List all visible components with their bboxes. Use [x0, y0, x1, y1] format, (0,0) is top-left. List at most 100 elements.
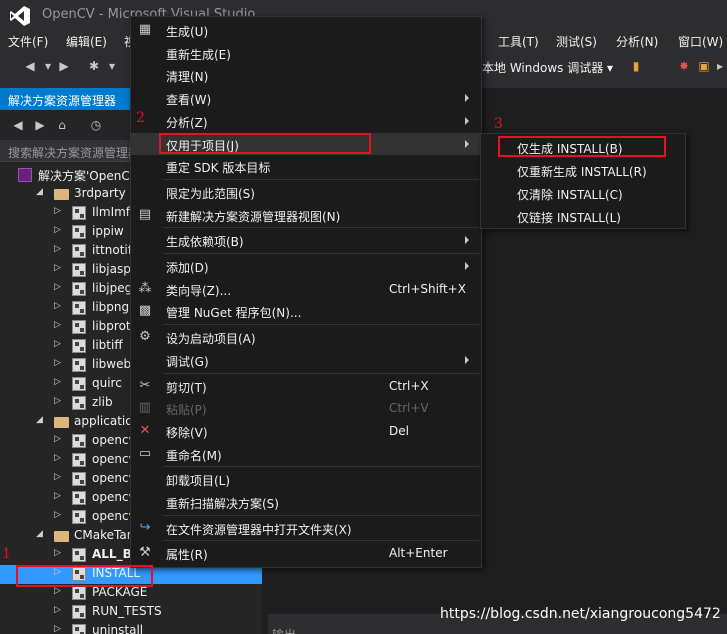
shortcut-label: Ctrl+V [389, 401, 429, 416]
context-menu-item[interactable]: ⚒ 属性(R) Alt+Enter [131, 542, 481, 564]
dropdown-icon[interactable]: ▾ [40, 58, 56, 74]
context-menu-label: 生成依赖项(B) [166, 235, 244, 250]
collapse-arrow-icon[interactable]: ▷ [54, 434, 61, 444]
menu-window[interactable]: 窗口(W) [678, 33, 723, 50]
project-icon [72, 453, 86, 467]
context-menu-item[interactable]: ⁂ 类向导(Z)... Ctrl+Shift+X [131, 278, 481, 300]
class-wizard-icon: ⁂ [138, 280, 152, 296]
collapse-arrow-icon[interactable]: ▷ [54, 510, 61, 520]
project-icon [72, 510, 86, 524]
collapse-arrow-icon[interactable]: ▷ [54, 377, 61, 387]
context-menu-item[interactable]: ✂ 剪切(T) Ctrl+X [131, 375, 481, 397]
menu-edit[interactable]: 编辑(E) [66, 33, 107, 50]
new-view-icon: ▤ [138, 206, 152, 222]
collapse-arrow-icon[interactable]: ▷ [54, 472, 61, 482]
context-menu-label: 分析(Z) [166, 115, 208, 130]
menu-separator [163, 227, 479, 229]
output-tab[interactable]: 输出 [272, 626, 296, 634]
nuget-icon: ▩ [138, 303, 152, 319]
context-menu-item[interactable]: 调试(G) [131, 349, 481, 371]
expand-arrow-icon[interactable]: ◢ [36, 529, 43, 539]
context-menu-label: 设为启动项目(A) [166, 332, 256, 347]
context-menu-item[interactable]: ✕ 移除(V) Del [131, 420, 481, 442]
context-menu-item[interactable]: ↪ 在文件资源管理器中打开文件夹(X) [131, 517, 481, 539]
collapse-arrow-icon[interactable]: ▷ [54, 301, 61, 311]
submenu-rebuild-install[interactable]: 仅重新生成 INSTALL(R) [481, 159, 685, 181]
submenu-clean-install[interactable]: 仅清除 INSTALL(C) [481, 182, 685, 204]
menu-test[interactable]: 测试(S) [556, 33, 597, 50]
collapse-arrow-icon[interactable]: ▷ [54, 624, 61, 634]
project-icon [72, 396, 86, 410]
context-menu-item[interactable]: ▩ 管理 NuGet 程序包(N)... [131, 300, 481, 322]
attach-icon[interactable]: ▮ [628, 58, 644, 74]
collapse-arrow-icon[interactable]: ▷ [54, 491, 61, 501]
menu-file[interactable]: 文件(F) [8, 33, 48, 50]
forward-icon[interactable]: ▶ [56, 58, 72, 74]
context-menu-item[interactable]: 重定 SDK 版本目标 [131, 155, 481, 177]
dropdown-icon[interactable]: ▾ [104, 58, 120, 74]
context-menu-item[interactable]: 添加(D) [131, 255, 481, 277]
project-icon [72, 586, 86, 600]
collapse-arrow-icon[interactable]: ▷ [54, 263, 61, 273]
context-menu-item[interactable]: 查看(W) [131, 87, 481, 109]
back-icon[interactable]: ◀ [22, 58, 38, 74]
project-icon [72, 282, 86, 296]
collapse-arrow-icon[interactable]: ▷ [54, 453, 61, 463]
context-menu-item[interactable]: 清理(N) [131, 64, 481, 86]
context-menu-item[interactable]: 生成依赖项(B) [131, 229, 481, 251]
context-menu-item[interactable]: 重新生成(E) [131, 42, 481, 64]
shortcut-label: Del [389, 423, 409, 438]
shortcut-label: Ctrl+Shift+X [389, 281, 466, 296]
submenu-label: 仅链接 INSTALL(L) [517, 211, 621, 225]
context-menu-item[interactable]: ▦ 生成(U) [131, 19, 481, 41]
collapse-arrow-icon[interactable]: ▷ [54, 206, 61, 216]
menu-tools[interactable]: 工具(T) [498, 33, 539, 50]
collapse-arrow-icon[interactable]: ▷ [54, 225, 61, 235]
expand-arrow-icon[interactable]: ◢ [36, 415, 43, 425]
history-icon[interactable]: ◷ [88, 117, 104, 133]
collapse-arrow-icon[interactable]: ▷ [54, 339, 61, 349]
shortcut-label: Alt+Enter [389, 546, 448, 561]
context-menu-item[interactable]: 卸载项目(L) [131, 468, 481, 490]
collapse-arrow-icon[interactable]: ▷ [54, 358, 61, 368]
find-icon[interactable]: ▣ [696, 58, 712, 74]
home-icon[interactable]: ⌂ [54, 117, 70, 133]
annotation-box-project-only [159, 133, 371, 154]
context-menu-item[interactable]: ▤ 新建解决方案资源管理器视图(N) [131, 204, 481, 226]
collapse-arrow-icon[interactable]: ▷ [54, 320, 61, 330]
context-menu: ▦ 生成(U) 重新生成(E) 清理(N) 查看(W) 分析(Z) 仅用于项目(J) 重定 S… [130, 16, 482, 568]
tree-item-label: IlmImf [92, 205, 131, 219]
context-menu-item[interactable]: 限定为此范围(S) [131, 181, 481, 203]
forward-icon[interactable]: ▶ [32, 117, 48, 133]
project-icon [72, 472, 86, 486]
tree-project[interactable]: ▷ RUN_TESTS [0, 603, 262, 622]
collapse-arrow-icon[interactable]: ▷ [54, 396, 61, 406]
toolbar-more-icon[interactable]: ▸ [712, 58, 727, 74]
context-menu-item[interactable]: 重新扫描解决方案(S) [131, 491, 481, 513]
back-icon[interactable]: ◀ [10, 117, 26, 133]
new-item-icon[interactable]: ✱ [86, 58, 102, 74]
context-menu-item[interactable]: ▭ 重命名(M) [131, 443, 481, 465]
context-menu-label: 属性(R) [166, 548, 208, 563]
context-menu-item[interactable]: ⚙ 设为启动项目(A) [131, 326, 481, 348]
tree-project[interactable]: ▷ uninstall [0, 622, 262, 634]
project-icon [72, 263, 86, 277]
collapse-arrow-icon[interactable]: ▷ [54, 282, 61, 292]
project-icon [72, 491, 86, 505]
context-menu-label: 剪切(T) [166, 380, 207, 395]
debugger-dropdown[interactable]: 本地 Windows 调试器 ▾ [482, 59, 613, 76]
collapse-arrow-icon[interactable]: ▷ [54, 605, 61, 615]
context-menu-item[interactable]: 分析(Z) [131, 110, 481, 132]
submenu-link-install[interactable]: 仅链接 INSTALL(L) [481, 205, 685, 227]
collapse-arrow-icon[interactable]: ▷ [54, 244, 61, 254]
menu-analyze[interactable]: 分析(N) [616, 33, 658, 50]
rename-icon: ▭ [138, 445, 152, 461]
bug-icon[interactable]: ✸ [676, 58, 692, 74]
tree-item-label: quirc [92, 376, 122, 390]
collapse-arrow-icon[interactable]: ▷ [54, 586, 61, 596]
collapse-arrow-icon[interactable]: ▷ [54, 548, 61, 558]
submenu-label: 仅清除 INSTALL(C) [517, 188, 623, 202]
expand-arrow-icon[interactable]: ◢ [36, 187, 43, 197]
submenu-arrow-icon [465, 236, 469, 245]
visual-studio-logo-icon [10, 6, 30, 26]
